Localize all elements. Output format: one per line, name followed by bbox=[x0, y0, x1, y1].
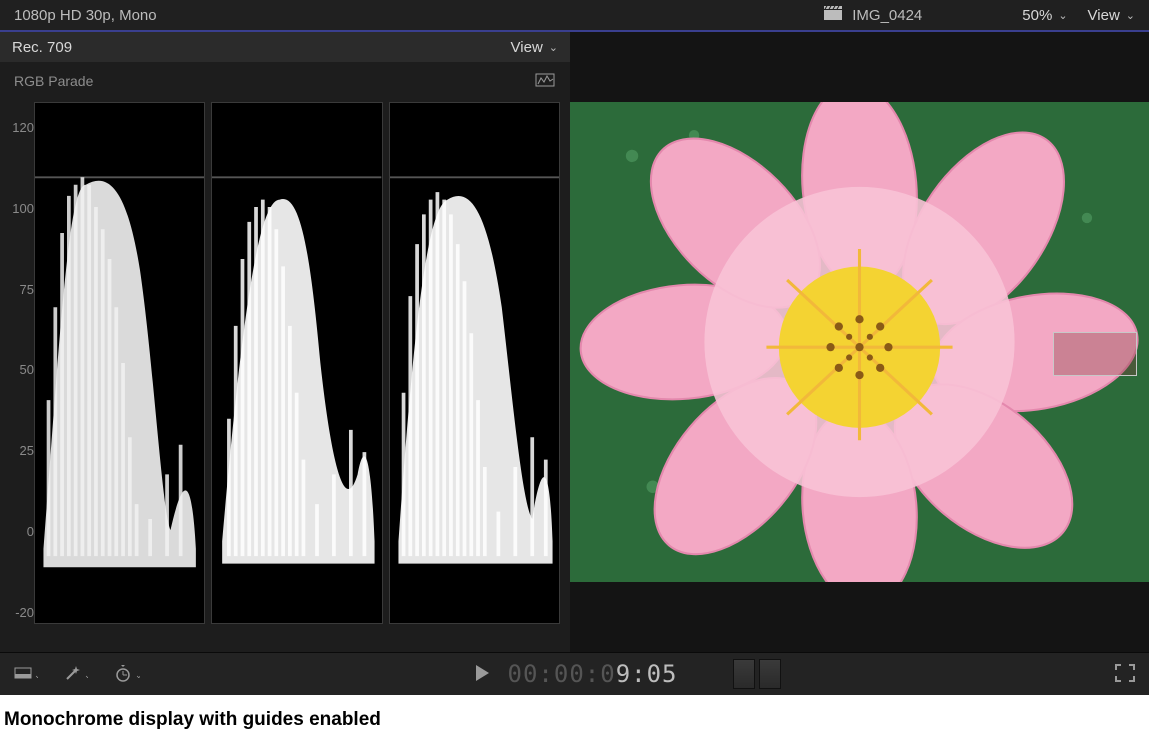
axis-tick: 100 bbox=[2, 201, 34, 216]
scope-axis: 120 100 75 50 25 0 -20 bbox=[2, 102, 34, 648]
scope-display: 120 100 75 50 25 0 -20 bbox=[0, 96, 570, 652]
scopes-view-dropdown[interactable]: View ⌄ bbox=[511, 39, 558, 56]
scopes-header: Rec. 709 View ⌄ bbox=[0, 32, 570, 62]
audio-meters bbox=[733, 659, 781, 689]
axis-tick: 120 bbox=[2, 120, 34, 135]
scopes-view-label: View bbox=[511, 39, 543, 56]
zoom-value: 50% bbox=[1022, 7, 1052, 24]
parade-blue: Blue bbox=[389, 102, 560, 624]
svg-text:⌄: ⌄ bbox=[135, 670, 140, 680]
retime-menu[interactable]: ⌄ bbox=[114, 664, 140, 685]
clip-appearance-menu[interactable]: ⌄ bbox=[14, 665, 38, 684]
axis-tick: 0 bbox=[2, 524, 34, 539]
scope-type-label: RGB Parade bbox=[14, 73, 93, 89]
clip-name: IMG_0424 bbox=[852, 7, 922, 24]
video-scopes-panel: Rec. 709 View ⌄ RGB Parade 120 100 75 bbox=[0, 32, 570, 652]
app-window: 1080p HD 30p, Mono IMG_0424 50% ⌄ View ⌄… bbox=[0, 0, 1149, 695]
clip-title: IMG_0424 bbox=[824, 6, 922, 24]
transport-bar: ⌄ ⌄ ⌄ 00:00:09:05 bbox=[0, 652, 1149, 695]
viewer-canvas[interactable] bbox=[570, 32, 1149, 652]
gamut-label: Rec. 709 bbox=[12, 39, 72, 56]
split-pane: Rec. 709 View ⌄ RGB Parade 120 100 75 bbox=[0, 32, 1149, 652]
timecode-dim: 00:00:0 bbox=[508, 660, 616, 688]
svg-text:⌄: ⌄ bbox=[34, 670, 38, 680]
chevron-down-icon: ⌄ bbox=[1126, 9, 1135, 22]
scope-settings-icon[interactable] bbox=[534, 72, 556, 91]
parade-green: Green bbox=[211, 102, 382, 624]
enhancements-menu[interactable]: ⌄ bbox=[64, 664, 88, 685]
view-dropdown[interactable]: View ⌄ bbox=[1088, 7, 1135, 24]
fullscreen-button[interactable] bbox=[1115, 664, 1135, 685]
zoom-dropdown[interactable]: 50% ⌄ bbox=[1022, 7, 1067, 24]
timecode-display[interactable]: 00:00:09:05 bbox=[508, 660, 678, 688]
viewer-top-bar: 1080p HD 30p, Mono IMG_0424 50% ⌄ View ⌄ bbox=[0, 0, 1149, 32]
color-sampler-overlay[interactable] bbox=[1053, 332, 1137, 376]
figure-caption: Monochrome display with guides enabled bbox=[0, 695, 1149, 731]
play-button[interactable] bbox=[474, 664, 490, 685]
axis-tick: -20 bbox=[2, 605, 34, 620]
axis-tick: 25 bbox=[2, 443, 34, 458]
axis-tick: 75 bbox=[2, 282, 34, 297]
clapperboard-icon bbox=[824, 6, 842, 24]
svg-text:⌄: ⌄ bbox=[84, 670, 88, 680]
axis-tick: 50 bbox=[2, 362, 34, 377]
format-label: 1080p HD 30p, Mono bbox=[14, 7, 157, 24]
chevron-down-icon: ⌄ bbox=[1058, 9, 1067, 22]
view-label: View bbox=[1088, 7, 1120, 24]
parade-red: Red bbox=[34, 102, 205, 624]
chevron-down-icon: ⌄ bbox=[549, 41, 558, 54]
timecode-highlight: 9:05 bbox=[616, 660, 678, 688]
